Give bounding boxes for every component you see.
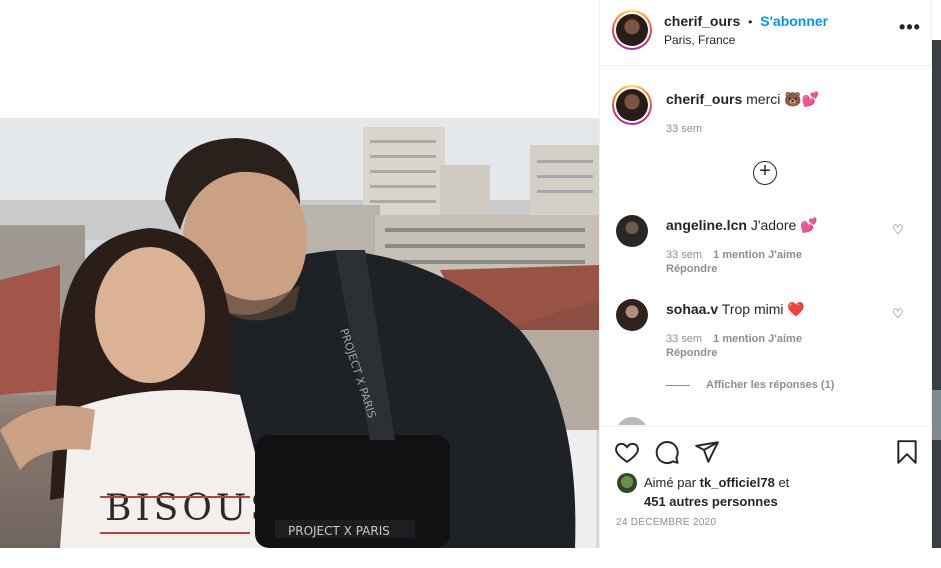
- caption-text: merci 🐻💕: [746, 91, 820, 107]
- caption-avatar[interactable]: [612, 85, 652, 125]
- commenter-avatar[interactable]: [616, 299, 648, 331]
- post-location[interactable]: Paris, France: [664, 33, 735, 47]
- comment-likes[interactable]: 1 mention J'aime: [713, 333, 802, 345]
- reply-button[interactable]: Répondre: [666, 263, 717, 275]
- caption-time: 33 sem: [666, 123, 703, 135]
- comment-icon[interactable]: [654, 439, 680, 465]
- comment-time: 33 sem: [666, 333, 703, 345]
- comment-username[interactable]: angeline.lcn: [666, 217, 747, 233]
- comment-line: sohaa.v Trop mimi ❤️: [666, 301, 805, 318]
- comment-line: angeline.lcn J'adore 💕: [666, 217, 818, 234]
- paper-plane-icon[interactable]: [694, 439, 720, 465]
- replies-divider: [666, 384, 690, 386]
- plus-circle-icon[interactable]: +: [753, 161, 777, 185]
- caption: cherif_ours merci 🐻💕: [666, 91, 819, 108]
- page-edge-strip-accent: [932, 390, 941, 440]
- liker-avatar[interactable]: [617, 473, 637, 493]
- commenter-avatar[interactable]: [616, 215, 648, 247]
- comment-time: 33 sem: [666, 249, 703, 261]
- comment-text: J'adore 💕: [750, 217, 818, 233]
- liked-by-text[interactable]: Aimé par tk_officiel78 et 451 autres per…: [644, 473, 894, 511]
- svg-text:BISOUS: BISOUS: [105, 488, 279, 529]
- comment-username[interactable]: sohaa.v: [666, 301, 718, 317]
- comment-text: Trop mimi ❤️: [721, 301, 805, 317]
- post-header: cherif_ours • S'abonner Paris, France ••…: [600, 0, 931, 66]
- page-edge-strip: [932, 40, 941, 548]
- comments-list[interactable]: cherif_ours merci 🐻💕 33 sem + angeline.l…: [600, 67, 931, 425]
- author-line: cherif_ours • S'abonner: [664, 13, 828, 29]
- comment-like-icon[interactable]: ♡: [892, 223, 906, 237]
- follow-button[interactable]: S'abonner: [760, 13, 828, 29]
- page-bottom-band: [0, 548, 941, 568]
- header-separator: •: [748, 15, 753, 29]
- author-username[interactable]: cherif_ours: [664, 13, 740, 29]
- comment-meta: 33 sem 1 mention J'aime: [666, 249, 802, 261]
- commenter-avatar[interactable]: [616, 417, 648, 425]
- photo-illustration: BISOUS PROJECT X PARIS PROJECT X PARIS: [0, 118, 599, 548]
- post-side-panel: cherif_ours • S'abonner Paris, France ••…: [599, 0, 932, 548]
- comment-like-icon[interactable]: ♡: [892, 307, 906, 321]
- author-avatar[interactable]: [612, 10, 652, 50]
- liked-by-user[interactable]: tk_officiel78: [700, 475, 775, 490]
- more-horizontal-icon[interactable]: •••: [898, 18, 922, 40]
- comment-likes[interactable]: 1 mention J'aime: [713, 249, 802, 261]
- post-date[interactable]: 24 DÉCEMBRE 2020: [616, 517, 716, 528]
- caption-username[interactable]: cherif_ours: [666, 91, 742, 107]
- show-replies-label: Afficher les réponses (1): [706, 379, 835, 391]
- post-photo[interactable]: BISOUS PROJECT X PARIS PROJECT X PARIS: [0, 0, 599, 548]
- reply-button[interactable]: Répondre: [666, 347, 717, 359]
- bookmark-icon[interactable]: [894, 439, 920, 465]
- liked-by-others[interactable]: 451 autres personnes: [644, 494, 778, 509]
- liked-by-conjunction: et: [778, 475, 790, 490]
- liked-by-prefix: Aimé par: [644, 475, 697, 490]
- svg-text:PROJECT X PARIS: PROJECT X PARIS: [288, 524, 390, 538]
- post-actions: Aimé par tk_officiel78 et 451 autres per…: [600, 426, 931, 548]
- comment-meta: 33 sem 1 mention J'aime: [666, 333, 802, 345]
- heart-icon[interactable]: [614, 439, 640, 465]
- show-replies-button[interactable]: Afficher les réponses (1): [666, 379, 834, 391]
